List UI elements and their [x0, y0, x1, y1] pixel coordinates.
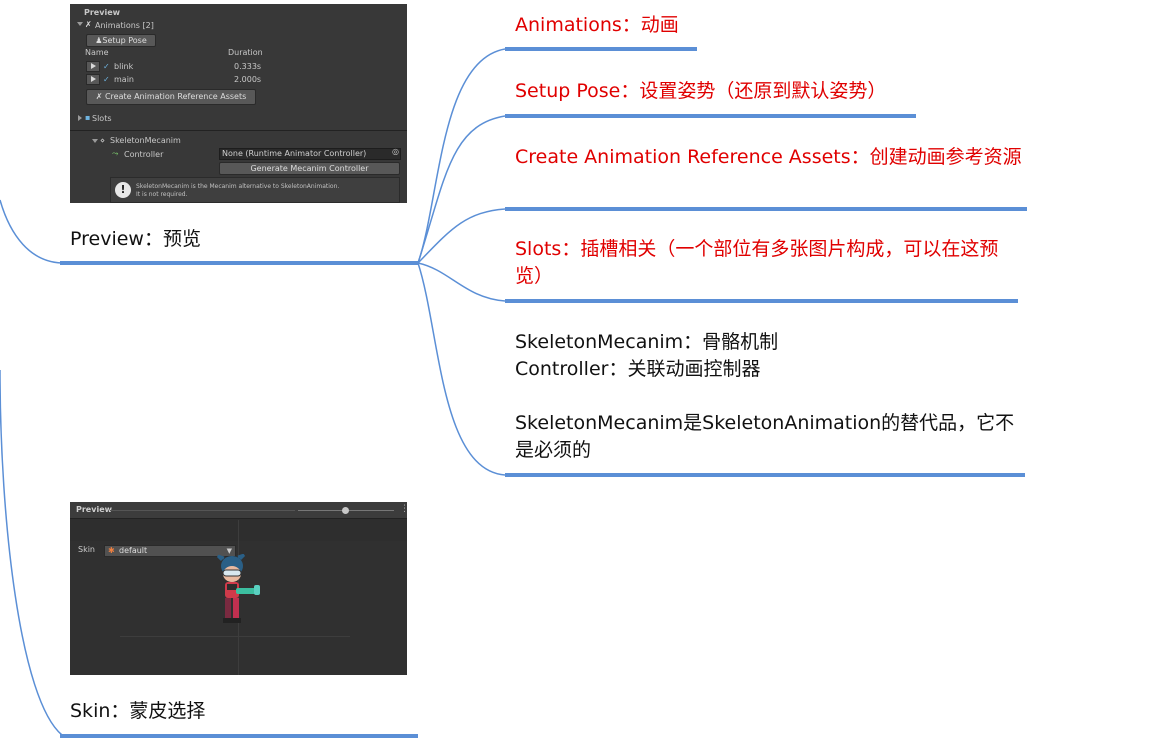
controller-field[interactable]: None (Runtime Animator Controller): [219, 148, 401, 160]
help-text-line2: It is not required.: [136, 191, 188, 198]
warning-icon: !: [115, 182, 131, 198]
node-setup-pose-underline: [505, 114, 916, 118]
column-name: Name: [85, 48, 109, 57]
help-text-line1: SkeletonMecanim is the Mecanim alternati…: [136, 183, 340, 190]
node-create-reference: Create Animation Reference Assets：创建动画参考…: [515, 146, 1022, 168]
animation-row-name: blink: [114, 62, 134, 71]
preview-toolbar: Preview ⋮: [70, 502, 407, 519]
play-icon[interactable]: [86, 61, 100, 72]
run-icon: ✗: [95, 92, 105, 101]
character-sprite: [216, 554, 260, 623]
animation-row-duration: 2.000s: [234, 75, 262, 84]
connector-slots: [417, 262, 506, 302]
column-duration: Duration: [228, 48, 263, 57]
create-animation-reference-button[interactable]: ✗ Create Animation Reference Assets: [86, 89, 256, 105]
preview-title: Preview: [76, 505, 113, 514]
slots-icon: ▪: [85, 113, 91, 122]
node-skin-underline: [60, 734, 418, 738]
zoom-slider-handle[interactable]: [342, 507, 349, 514]
skin-label: Skin: [78, 545, 96, 554]
foldout-arrow-icon[interactable]: [77, 22, 83, 26]
create-ref-label: Create Animation Reference Assets: [104, 92, 247, 101]
connector-mecanim: [417, 262, 506, 476]
object-picker-icon[interactable]: ◎: [392, 147, 399, 156]
node-mecanim-line2: Controller：关联动画控制器: [515, 358, 761, 380]
slots-foldout-icon[interactable]: [78, 115, 82, 121]
node-mecanim-line1: SkeletonMecanim：骨骼机制: [515, 331, 779, 353]
bone-icon: ✓: [103, 75, 110, 84]
component-foldout-icon[interactable]: [92, 139, 98, 143]
animation-row-duration: 0.333s: [234, 62, 262, 71]
connector-setup-pose: [417, 115, 506, 264]
node-mecanim-line3: SkeletonMecanim是SkeletonAnimation的替代品，它不…: [515, 412, 1015, 461]
controller-label: Controller: [124, 150, 164, 159]
node-animations-underline: [505, 47, 697, 51]
more-options-icon[interactable]: ⋮: [400, 504, 407, 514]
setup-pose-label: Setup Pose: [102, 36, 147, 45]
generate-mecanim-button[interactable]: Generate Mecanim Controller: [219, 162, 400, 175]
preview-header: Preview: [84, 8, 121, 17]
toolbar-line: [110, 510, 295, 511]
generate-label: Generate Mecanim Controller: [250, 164, 369, 173]
controller-icon: ⤳: [112, 149, 119, 158]
connector-animations: [417, 48, 506, 264]
animations-title: Animations [2]: [95, 21, 154, 30]
node-slots: Slots：插槽相关（一个部位有多张图片构成，可以在这预览）: [515, 238, 999, 287]
component-title: SkeletonMecanim: [110, 136, 181, 145]
connector-create-ref: [417, 208, 506, 264]
animation-row-name: main: [114, 75, 134, 84]
skin-value: default: [119, 546, 148, 555]
connector-root-skin: [0, 369, 63, 736]
node-mecanim-underline: [505, 473, 1025, 477]
node-setup-pose: Setup Pose：设置姿势（还原到默认姿势）: [515, 80, 887, 102]
node-preview: Preview：预览: [70, 228, 201, 250]
play-icon[interactable]: [86, 74, 100, 85]
node-slots-underline: [505, 299, 1018, 303]
run-icon: ✗: [85, 20, 92, 29]
divider: [70, 130, 407, 131]
skin-icon: ✱: [108, 546, 115, 555]
node-preview-underline: [60, 261, 418, 265]
inspector-screenshot: Preview ✗ Animations [2] ♟Setup Pose Nam…: [70, 4, 407, 203]
controller-value: None (Runtime Animator Controller): [222, 149, 367, 158]
node-animations: Animations：动画: [515, 14, 679, 36]
node-skin: Skin：蒙皮选择: [70, 700, 206, 722]
bone-icon: ✓: [103, 62, 110, 71]
node-create-reference-underline: [505, 207, 1027, 211]
connector-root-preview: [0, 199, 63, 264]
preview-screenshot: Preview ⋮ Skin default ✱ ▼: [70, 502, 407, 675]
setup-pose-button[interactable]: ♟Setup Pose: [86, 34, 156, 47]
slots-label: Slots: [92, 114, 112, 123]
mecanim-component-icon: ⋄: [100, 136, 106, 145]
help-box: ! SkeletonMecanim is the Mecanim alterna…: [110, 177, 400, 203]
